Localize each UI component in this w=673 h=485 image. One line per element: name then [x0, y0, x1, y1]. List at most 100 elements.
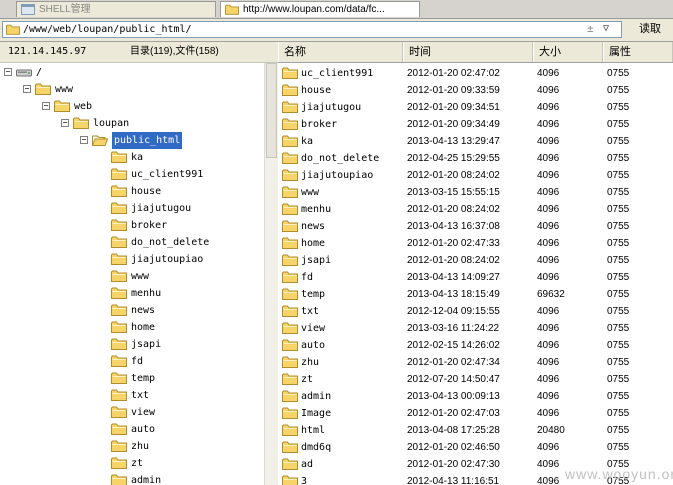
tab-shell-manager[interactable]: SHELL管理 [16, 1, 216, 17]
tree-item[interactable]: house [99, 183, 264, 200]
file-list: uc_client991 2012-01-20 02:47:02 4096 0755 h… [278, 63, 673, 485]
file-row[interactable]: dmd6q 2012-01-20 02:46:50 4096 0755 [278, 439, 673, 456]
tree-item[interactable]: admin [99, 472, 264, 485]
tree-item[interactable]: jsapi [99, 336, 264, 353]
file-row[interactable]: auto 2012-02-15 14:26:02 4096 0755 [278, 337, 673, 354]
folder-icon [111, 423, 127, 435]
tree-item-label: admin [131, 475, 162, 485]
file-row[interactable]: house 2012-01-20 09:33:59 4096 0755 [278, 82, 673, 99]
file-row[interactable]: do_not_delete 2012-04-25 15:29:55 4096 0755 [278, 150, 673, 167]
tree-item[interactable]: view [99, 404, 264, 421]
file-row[interactable]: Image 2012-01-20 02:47:03 4096 0755 [278, 405, 673, 422]
file-time: 2012-01-20 02:47:30 [407, 459, 500, 470]
folder-icon [282, 305, 298, 317]
file-time: 2012-12-04 09:15:55 [407, 306, 500, 317]
folder-icon [6, 24, 20, 35]
file-row[interactable]: zhu 2012-01-20 02:47:34 4096 0755 [278, 354, 673, 371]
file-perm: 0755 [607, 238, 630, 249]
file-size: 4096 [537, 476, 560, 485]
file-row[interactable]: admin 2013-04-13 00:09:13 4096 0755 [278, 388, 673, 405]
folder-icon [282, 101, 298, 113]
file-size: 4096 [537, 442, 560, 453]
folder-icon [282, 458, 298, 470]
tree-item[interactable]: − loupan [61, 115, 264, 132]
collapse-icon[interactable]: − [61, 119, 69, 127]
tree-item[interactable]: jiajutoupiao [99, 251, 264, 268]
tree-item[interactable]: ka [99, 149, 264, 166]
tree-item[interactable]: home [99, 319, 264, 336]
file-row[interactable]: uc_client991 2012-01-20 02:47:02 4096 0755 [278, 65, 673, 82]
file-row[interactable]: menhu 2012-01-20 08:24:02 4096 0755 [278, 201, 673, 218]
column-header-name[interactable]: 名称 [278, 42, 403, 62]
tree-item[interactable]: fd [99, 353, 264, 370]
column-header-time[interactable]: 时间 [403, 42, 533, 62]
tree-item[interactable]: zt [99, 455, 264, 472]
folder-icon [225, 4, 239, 15]
chevron-down-icon[interactable]: ▽ [603, 23, 609, 34]
plus-minus-icon[interactable]: ± [587, 22, 594, 35]
file-size: 4096 [537, 102, 560, 113]
folder-icon [111, 406, 127, 418]
tree-item[interactable]: zhu [99, 438, 264, 455]
folder-icon [111, 474, 127, 485]
file-row[interactable]: ka 2013-04-13 13:29:47 4096 0755 [278, 133, 673, 150]
file-row[interactable]: zt 2012-07-20 14:50:47 4096 0755 [278, 371, 673, 388]
file-row[interactable]: txt 2012-12-04 09:15:55 4096 0755 [278, 303, 673, 320]
file-row[interactable]: news 2013-04-13 16:37:08 4096 0755 [278, 218, 673, 235]
file-row[interactable]: html 2013-04-08 17:25:28 20480 0755 [278, 422, 673, 439]
tree-item[interactable]: menhu [99, 285, 264, 302]
tree-item[interactable]: auto [99, 421, 264, 438]
tree-item[interactable]: − public_html [80, 131, 264, 150]
file-name: auto [301, 340, 326, 351]
column-header-perm[interactable]: 属性 [603, 42, 673, 62]
folder-icon [111, 389, 127, 401]
file-perm: 0755 [607, 85, 630, 96]
file-time: 2012-01-20 02:47:33 [407, 238, 500, 249]
file-row[interactable]: temp 2013-04-13 18:15:49 69632 0755 [278, 286, 673, 303]
file-name: view [301, 323, 326, 334]
file-time: 2012-01-20 09:34:49 [407, 119, 500, 130]
tree-item[interactable]: www [99, 268, 264, 285]
tree-item[interactable]: txt [99, 387, 264, 404]
tree-item[interactable]: broker [99, 217, 264, 234]
tree-item[interactable]: uc_client991 [99, 166, 264, 183]
file-time: 2013-04-13 14:09:27 [407, 272, 500, 283]
read-button[interactable]: 读取 [628, 21, 672, 38]
file-row[interactable]: jiajutoupiao 2012-01-20 08:24:02 4096 0755 [278, 167, 673, 184]
file-perm: 0755 [607, 136, 630, 147]
tab-file-manager[interactable]: http://www.loupan.com/data/fc... [220, 1, 420, 17]
file-name: fd [301, 272, 314, 283]
tree-item[interactable]: jiajutugou [99, 200, 264, 217]
tree-item[interactable]: − www [23, 81, 263, 98]
file-time: 2013-04-08 17:25:28 [407, 425, 500, 436]
path-text: /www/web/loupan/public_html/ [23, 24, 192, 35]
tree-item[interactable]: news [99, 302, 264, 319]
tree-item[interactable]: − / [4, 64, 244, 81]
tree-item-label: uc_client991 [131, 169, 204, 180]
file-name: news [301, 221, 326, 232]
file-time: 2012-07-20 14:50:47 [407, 374, 500, 385]
tree-item[interactable]: do_not_delete [99, 234, 264, 251]
tree-item[interactable]: temp [99, 370, 264, 387]
file-row[interactable]: jiajutugou 2012-01-20 09:34:51 4096 0755 [278, 99, 673, 116]
file-row[interactable]: www 2013-03-15 15:55:15 4096 0755 [278, 184, 673, 201]
tree-item[interactable]: − web [42, 98, 264, 115]
file-row[interactable]: jsapi 2012-01-20 08:24:02 4096 0755 [278, 252, 673, 269]
collapse-icon[interactable]: − [80, 136, 88, 144]
collapse-icon[interactable]: − [4, 68, 12, 76]
scrollbar-thumb[interactable] [266, 63, 277, 158]
file-name: uc_client991 [301, 68, 374, 79]
file-name: 3 [301, 476, 308, 485]
collapse-icon[interactable]: − [23, 85, 31, 93]
path-input[interactable]: /www/web/loupan/public_html/ [2, 21, 622, 38]
tree-scrollbar[interactable] [264, 63, 278, 485]
collapse-icon[interactable]: − [42, 102, 50, 110]
file-row[interactable]: view 2013-03-16 11:24:22 4096 0755 [278, 320, 673, 337]
column-header-size[interactable]: 大小 [533, 42, 603, 62]
file-row[interactable]: broker 2012-01-20 09:34:49 4096 0755 [278, 116, 673, 133]
file-row[interactable]: fd 2013-04-13 14:09:27 4096 0755 [278, 269, 673, 286]
file-time: 2013-03-15 15:55:15 [407, 187, 500, 198]
folder-icon [282, 322, 298, 334]
file-row[interactable]: home 2012-01-20 02:47:33 4096 0755 [278, 235, 673, 252]
tree-item-label: zt [131, 458, 144, 469]
